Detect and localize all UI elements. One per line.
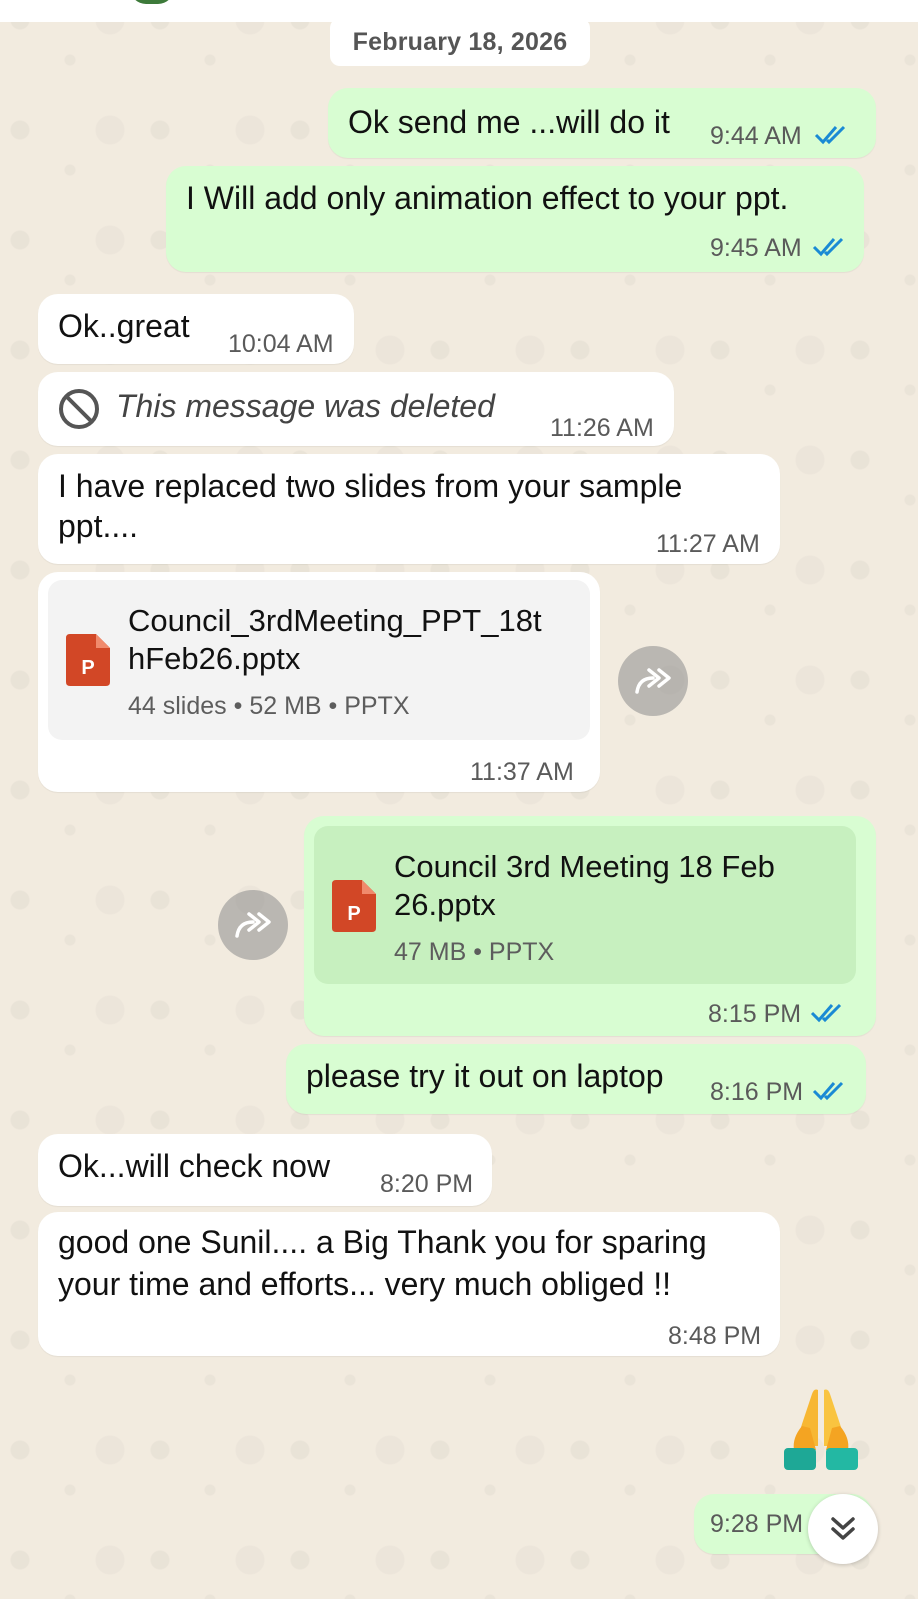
date-divider: February 18, 2026 [330,18,590,66]
document-meta: 47 MB • PPTX [394,938,555,966]
folded-hands-emoji[interactable] [780,1384,862,1474]
message-bubble-incoming[interactable]: Ok...will check now 8:20 PM [38,1134,492,1206]
message-text-line: your time and efforts... very much oblig… [58,1266,672,1302]
forward-icon [635,668,671,694]
message-bubble-incoming[interactable]: Ok..great 10:04 AM [38,294,354,364]
message-time: 9:44 AM [710,122,802,150]
message-time: 8:48 PM [668,1322,762,1350]
message-time: 8:20 PM [380,1170,474,1198]
message-text: Ok..great [58,308,190,344]
message-text: please try it out on laptop [306,1058,664,1094]
svg-text:P: P [347,903,360,925]
message-time: 11:37 AM [470,758,574,786]
document-card[interactable]: P Council 3rd Meeting 18 Feb 26.pptx 47 … [314,826,856,984]
message-text: I Will add only animation effect to your… [186,180,789,216]
message-text-line: good one Sunil.... a Big Thank you for s… [58,1224,707,1260]
message-time: 11:27 AM [656,530,760,558]
message-bubble-outgoing[interactable]: please try it out on laptop 8:16 PM [286,1044,866,1114]
forward-button[interactable] [618,646,688,716]
read-receipt-icon [810,1000,850,1024]
message-time: 11:26 AM [550,414,654,442]
message-bubble-incoming[interactable]: I have replaced two slides from your sam… [38,454,780,564]
forward-button[interactable] [218,890,288,960]
contact-avatar[interactable] [130,0,174,4]
message-bubble-outgoing[interactable]: Ok send me ...will do it 9:44 AM [328,88,876,158]
powerpoint-icon: P [332,880,376,932]
message-time: 8:16 PM [710,1078,804,1106]
message-bubble-outgoing[interactable]: I Will add only animation effect to your… [166,166,864,272]
forward-icon [235,912,271,938]
message-bubble-incoming-document[interactable]: P Council_3rdMeeting_PPT_18t hFeb26.pptx… [38,572,600,792]
deleted-message-text: This message was deleted [116,388,495,424]
read-receipt-icon [812,1078,852,1102]
message-time: 8:15 PM [708,1000,802,1028]
message-bubble-outgoing-document[interactable]: P Council 3rd Meeting 18 Feb 26.pptx 47 … [304,816,876,1036]
blocked-icon [58,388,100,430]
document-name-line: hFeb26.pptx [128,641,301,676]
message-time: 10:04 AM [228,330,334,358]
document-name-line: Council_3rdMeeting_PPT_18t [128,603,542,638]
message-bubble-incoming[interactable]: good one Sunil.... a Big Thank you for s… [38,1212,780,1356]
svg-text:P: P [81,657,94,679]
read-receipt-icon [814,122,854,146]
message-time: 9:28 PM [710,1510,804,1538]
document-name-line: 26.pptx [394,887,496,922]
message-text-line: I have replaced two slides from your sam… [58,468,683,504]
message-text-line: ppt.... [58,508,139,544]
document-name-line: Council 3rd Meeting 18 Feb [394,849,775,884]
message-text: Ok send me ...will do it [348,104,670,140]
scroll-to-bottom-button[interactable] [808,1494,878,1564]
document-meta: 44 slides • 52 MB • PPTX [128,692,410,720]
message-time: 9:45 AM [710,234,802,262]
read-receipt-icon [812,234,852,258]
double-chevron-down-icon [831,1517,855,1540]
powerpoint-icon: P [66,634,110,686]
message-bubble-incoming-deleted[interactable]: This message was deleted 11:26 AM [38,372,674,446]
message-text: Ok...will check now [58,1148,331,1184]
document-card[interactable]: P Council_3rdMeeting_PPT_18t hFeb26.pptx… [48,580,590,740]
